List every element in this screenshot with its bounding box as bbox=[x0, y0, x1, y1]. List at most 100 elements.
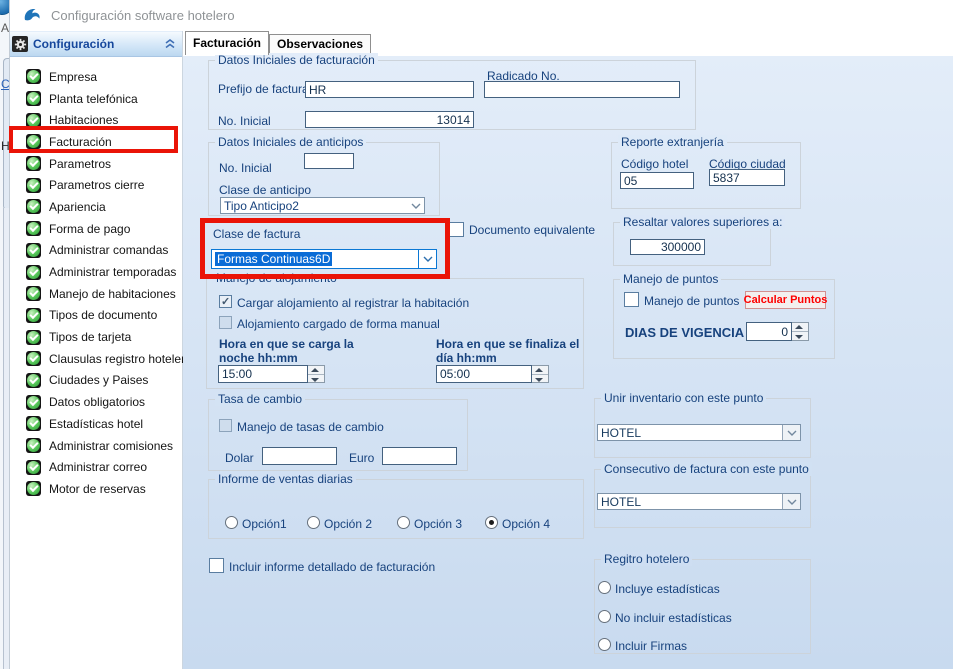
clase-factura-label: Clase de factura bbox=[213, 227, 300, 241]
sidebar-item-habitaciones[interactable]: Habitaciones bbox=[10, 109, 182, 131]
sidebar-item-parametros[interactable]: Parametros bbox=[10, 153, 182, 175]
sidebar-item-label: Planta telefónica bbox=[49, 92, 138, 106]
radio-opcion1[interactable] bbox=[225, 516, 238, 529]
gear-icon bbox=[12, 36, 28, 52]
spin-down-icon[interactable] bbox=[792, 332, 808, 340]
hora-carga-value: 15:00 bbox=[218, 365, 308, 383]
sidebar-item-datos-obligatorios[interactable]: Datos obligatorios bbox=[10, 391, 182, 413]
dias-vigencia-spinner[interactable]: 0 bbox=[746, 322, 809, 341]
radio-opcion3-label: Opción 3 bbox=[414, 517, 462, 531]
sidebar-item-label: Apariencia bbox=[49, 200, 106, 214]
clase-anticipo-dropdown[interactable]: Tipo Anticipo2 bbox=[220, 197, 425, 214]
sidebar-item-label: Estadísticas hotel bbox=[49, 417, 143, 431]
documento-equivalente-label: Documento equivalente bbox=[469, 223, 595, 237]
group-title: Reporte extranjería bbox=[618, 135, 727, 149]
clase-anticipo-label: Clase de anticipo bbox=[219, 183, 311, 197]
sidebar-item-administrar-comandas[interactable]: Administrar comandas bbox=[10, 240, 182, 262]
alojamiento-manual-checkbox[interactable] bbox=[219, 316, 232, 329]
tab-strip: Facturación Observaciones bbox=[183, 31, 953, 55]
spin-up-icon[interactable] bbox=[308, 366, 324, 375]
green-check-icon bbox=[26, 308, 41, 323]
sidebar-header[interactable]: Configuración bbox=[10, 31, 182, 57]
radio-incluye-estadisticas[interactable] bbox=[598, 581, 611, 594]
sidebar-item-label: Ciudades y Paises bbox=[49, 373, 148, 387]
group-informe-ventas: Informe de ventas diarias Opción1 Opción… bbox=[208, 479, 584, 539]
green-check-icon bbox=[26, 438, 41, 453]
spinner-buttons[interactable] bbox=[308, 365, 325, 383]
prefijo-factura-input[interactable] bbox=[305, 81, 474, 98]
tab-facturacion[interactable]: Facturación bbox=[185, 31, 269, 55]
manejo-tasas-checkbox[interactable] bbox=[219, 419, 232, 432]
radio-incluir-firmas[interactable] bbox=[598, 638, 611, 651]
spin-down-icon[interactable] bbox=[308, 375, 324, 383]
sidebar-title: Configuración bbox=[33, 37, 159, 51]
group-title: Datos Iniciales de anticipos bbox=[215, 135, 366, 149]
incluir-informe-checkbox[interactable] bbox=[209, 558, 224, 573]
consecutivo-factura-dropdown[interactable]: HOTEL bbox=[597, 493, 801, 510]
sidebar-item-ciudades-y-paises[interactable]: Ciudades y Paises bbox=[10, 370, 182, 392]
spinner-buttons[interactable] bbox=[792, 322, 809, 341]
radio-opcion3[interactable] bbox=[397, 516, 410, 529]
hora-carga-spinner[interactable]: 15:00 bbox=[218, 365, 325, 383]
radio-opcion4[interactable] bbox=[485, 516, 498, 529]
clase-anticipo-value: Tipo Anticipo2 bbox=[224, 199, 407, 213]
radio-opcion1-label: Opción1 bbox=[242, 517, 287, 531]
radio-opcion2[interactable] bbox=[307, 516, 320, 529]
manejo-tasas-label: Manejo de tasas de cambio bbox=[237, 420, 384, 434]
spinner-buttons[interactable] bbox=[532, 365, 549, 383]
codigo-hotel-input[interactable] bbox=[620, 172, 694, 189]
sidebar-item-apariencia[interactable]: Apariencia bbox=[10, 196, 182, 218]
radio-opcion2-label: Opción 2 bbox=[324, 517, 372, 531]
no-inicial-input[interactable] bbox=[305, 111, 474, 128]
sidebar-item-planta-telefonica[interactable]: Planta telefónica bbox=[10, 88, 182, 110]
radio-opcion4-label: Opción 4 bbox=[502, 517, 550, 531]
radio-incluye-estadisticas-label: Incluye estadísticas bbox=[615, 582, 720, 596]
green-check-icon bbox=[26, 156, 41, 171]
sidebar-item-manejo-de-habitaciones[interactable]: Manejo de habitaciones bbox=[10, 283, 182, 305]
hora-finaliza-label: Hora en que se finaliza el día hh:mm bbox=[436, 337, 596, 365]
radio-no-incluir-estadisticas[interactable] bbox=[598, 610, 611, 623]
dolar-input[interactable] bbox=[262, 447, 337, 465]
sidebar-item-tipos-de-tarjeta[interactable]: Tipos de tarjeta bbox=[10, 326, 182, 348]
hora-finaliza-spinner[interactable]: 05:00 bbox=[436, 365, 549, 383]
sidebar-item-motor-de-reservas[interactable]: Motor de reservas bbox=[10, 478, 182, 500]
manejo-puntos-checkbox[interactable] bbox=[624, 292, 639, 307]
unir-inventario-dropdown[interactable]: HOTEL bbox=[597, 424, 801, 441]
sidebar-item-administrar-correo[interactable]: Administrar correo bbox=[10, 456, 182, 478]
radicado-input[interactable] bbox=[484, 81, 680, 98]
config-window: Configuración software hotelero bbox=[9, 0, 953, 669]
group-title: Regitro hotelero bbox=[601, 552, 692, 566]
sidebar-item-label: Administrar comandas bbox=[49, 243, 168, 257]
sidebar-item-estadisticas-hotel[interactable]: Estadísticas hotel bbox=[10, 413, 182, 435]
alojamiento-manual-label: Alojamiento cargado de forma manual bbox=[237, 317, 440, 331]
chevron-down-icon bbox=[782, 425, 800, 440]
sidebar-item-clausulas-registro[interactable]: Clausulas registro hotelero bbox=[10, 348, 182, 370]
window-content: Configuración Empresa Planta telefónica … bbox=[10, 31, 953, 669]
spin-up-icon[interactable] bbox=[792, 323, 808, 332]
sidebar: Configuración Empresa Planta telefónica … bbox=[10, 31, 183, 669]
sidebar-item-parametros-cierre[interactable]: Parametros cierre bbox=[10, 174, 182, 196]
codigo-ciudad-input[interactable] bbox=[709, 169, 785, 186]
sidebar-item-administrar-comisiones[interactable]: Administrar comisiones bbox=[10, 435, 182, 457]
calcular-puntos-button[interactable]: Calcular Puntos bbox=[745, 291, 826, 309]
main-panel: Facturación Observaciones Datos Iniciale… bbox=[183, 31, 953, 669]
tab-observaciones[interactable]: Observaciones bbox=[269, 34, 371, 55]
clase-factura-dropdown[interactable]: Formas Continuas6D bbox=[211, 249, 437, 269]
documento-equivalente-checkbox[interactable] bbox=[449, 222, 464, 237]
collapse-chevron-icon[interactable] bbox=[164, 39, 176, 49]
resaltar-valor-input[interactable] bbox=[630, 239, 705, 255]
anticipos-no-inicial-input[interactable] bbox=[304, 153, 354, 169]
spin-down-icon[interactable] bbox=[532, 375, 548, 383]
sidebar-item-tipos-de-documento[interactable]: Tipos de documento bbox=[10, 305, 182, 327]
spin-up-icon[interactable] bbox=[532, 366, 548, 375]
cargar-alojamiento-checkbox[interactable] bbox=[219, 295, 232, 308]
green-check-icon bbox=[26, 330, 41, 345]
sidebar-item-facturacion[interactable]: Facturación bbox=[10, 131, 182, 153]
sidebar-item-forma-de-pago[interactable]: Forma de pago bbox=[10, 218, 182, 240]
green-check-icon bbox=[26, 199, 41, 214]
sidebar-item-empresa[interactable]: Empresa bbox=[10, 66, 182, 88]
green-check-icon bbox=[26, 395, 41, 410]
euro-input[interactable] bbox=[382, 447, 457, 465]
sidebar-item-administrar-temporadas[interactable]: Administrar temporadas bbox=[10, 261, 182, 283]
group-registro-hotelero: Regitro hotelero Incluye estadísticas No… bbox=[594, 559, 811, 654]
